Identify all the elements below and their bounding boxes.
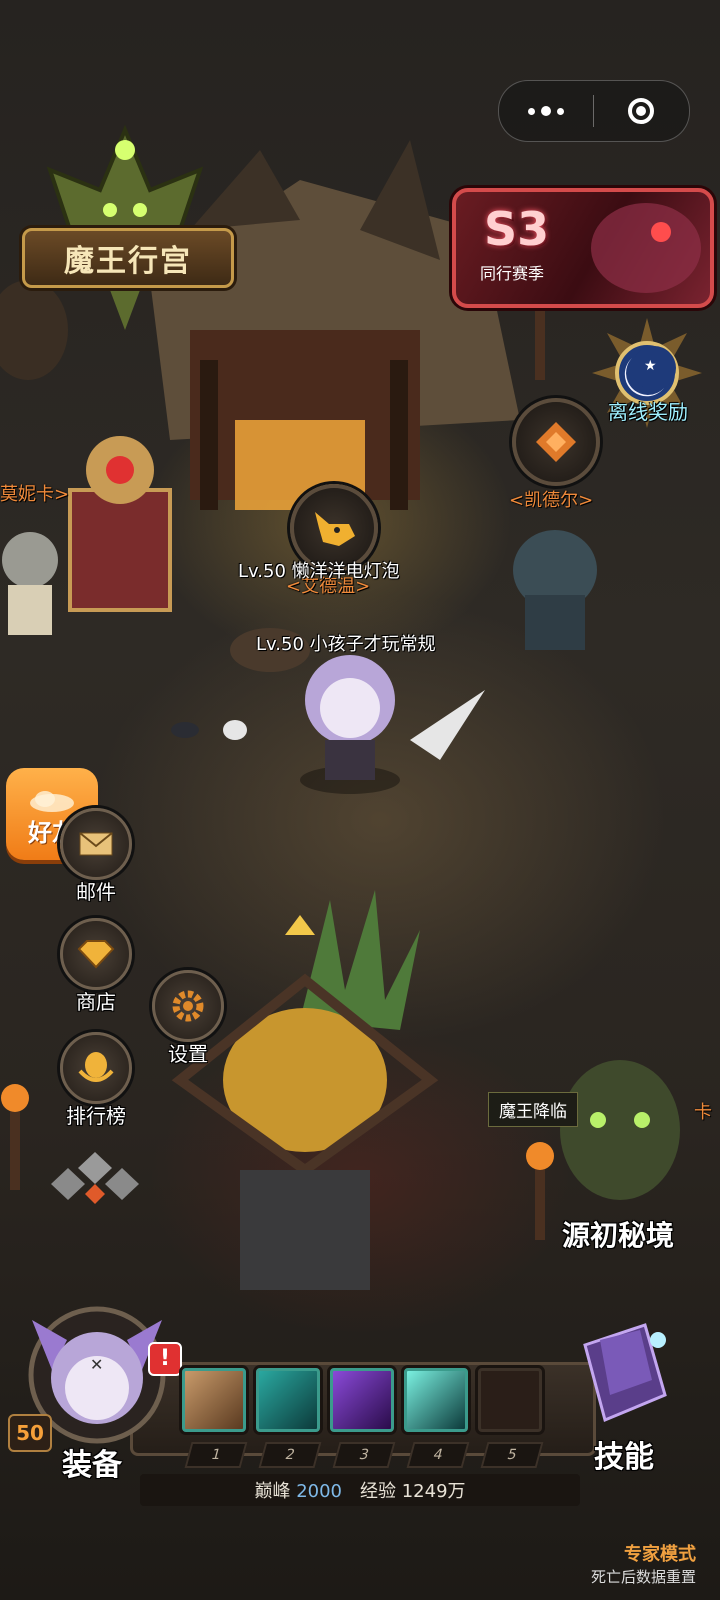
player-body <box>325 740 375 780</box>
miniprogram-capsule <box>498 80 690 142</box>
dungeon-edge-text: 卡 <box>694 1102 712 1123</box>
ranking-button[interactable]: 排行榜 <box>56 1032 136 1129</box>
slot-number: 5 <box>480 1442 544 1468</box>
skills-label[interactable]: 技能 <box>594 1432 654 1476</box>
npc-caldor-body <box>525 595 585 650</box>
torch <box>535 1160 545 1240</box>
alert-badge: ! <box>148 1342 182 1376</box>
npc-name-caldor[interactable]: <凯德尔> <box>509 486 593 512</box>
helmet-laurel-icon <box>60 1032 132 1104</box>
shrine <box>68 488 172 612</box>
game-scene: 魔王行宫 S3 同行赛季 ★ 离线奖励 莫妮卡> <凯德尔> <艾德温> Lv.… <box>0 0 720 1600</box>
more-dot-icon <box>557 107 564 115</box>
peak-value: 2000 <box>296 1481 342 1502</box>
castle-emblem-icon <box>46 124 204 330</box>
npc-badge-caldor[interactable] <box>512 398 600 486</box>
player-face <box>320 678 380 738</box>
npc-monika-body <box>8 585 52 635</box>
mode-title: 专家模式 <box>624 1544 696 1565</box>
offline-reward-label[interactable]: 离线奖励 <box>588 396 708 425</box>
stats-bar: 巅峰 2000 经验 1249万 <box>140 1474 580 1506</box>
season-subtitle: 同行赛季 <box>480 264 545 283</box>
skill-slot-1[interactable] <box>182 1368 246 1432</box>
shrine-eye <box>106 456 134 484</box>
season-demon-icon <box>591 203 701 293</box>
castle-title: 魔王行宫 <box>64 244 192 279</box>
gear-icon <box>152 970 224 1042</box>
target-icon <box>628 98 654 124</box>
statue-pedestal <box>240 1170 370 1290</box>
sheep-figure <box>223 720 247 740</box>
skill-slot-3[interactable] <box>330 1368 394 1432</box>
shop-label: 商店 <box>76 990 116 1014</box>
more-button[interactable] <box>499 81 593 141</box>
peak-label: 巅峰 <box>254 1481 291 1502</box>
mail-icon <box>60 808 132 880</box>
season-number: S3 <box>484 202 550 256</box>
exp-value: 1249万 <box>401 1481 466 1502</box>
skill-slot-4[interactable] <box>404 1368 468 1432</box>
dungeon-mask-eye <box>634 1112 650 1128</box>
player-sword <box>410 690 485 760</box>
more-dot-icon <box>541 106 551 116</box>
exp-label: 经验 <box>360 1481 396 1502</box>
jackal-head-icon <box>315 512 355 546</box>
torch <box>535 300 545 380</box>
torch-flame <box>1 1084 29 1112</box>
dungeon-mask-eye <box>590 1112 606 1128</box>
close-miniprogram-button[interactable] <box>594 81 688 141</box>
level-badge: 50 <box>8 1414 52 1452</box>
npc-name-monika[interactable]: 莫妮卡> <box>0 480 69 506</box>
dungeon-label[interactable]: 源初秘境 <box>562 1214 674 1254</box>
dungeon-event-tag: 魔王降临 <box>488 1092 578 1127</box>
settings-button[interactable]: 设置 <box>148 970 228 1067</box>
mail-button[interactable]: 邮件 <box>56 808 136 905</box>
skill-slot-2[interactable] <box>256 1368 320 1432</box>
player-name-1[interactable]: Lv.50 懒洋洋电灯泡 <box>238 557 400 583</box>
equip-label[interactable]: 装备 <box>62 1440 122 1484</box>
svg-text:✕: ✕ <box>90 1355 103 1374</box>
skill-slot-5[interactable] <box>478 1368 542 1432</box>
more-dot-icon <box>528 107 535 115</box>
house-pillar <box>200 360 218 510</box>
svg-text:★: ★ <box>644 358 657 374</box>
castle-title-sign[interactable]: 魔王行宫 <box>22 228 234 288</box>
dungeon-mask <box>560 1060 680 1200</box>
settings-label: 设置 <box>168 1042 208 1066</box>
shop-button[interactable]: 商店 <box>56 918 136 1015</box>
slot-number: 4 <box>406 1442 470 1468</box>
mode-subtitle: 死亡后数据重置 <box>590 1568 696 1586</box>
spellbook-icon[interactable] <box>570 1320 680 1430</box>
mail-label: 邮件 <box>76 880 116 904</box>
crow-figure <box>171 722 199 738</box>
diamond-cluster-icon[interactable] <box>50 1150 140 1214</box>
diamond-icon <box>536 422 576 462</box>
torch <box>10 1100 20 1190</box>
torch-flame <box>526 1142 554 1170</box>
slot-number: 3 <box>332 1442 396 1468</box>
house-pillar <box>390 360 408 510</box>
slot-number: 1 <box>184 1442 248 1468</box>
player-name-2[interactable]: Lv.50 小孩子才玩常规 <box>256 630 436 656</box>
ranking-label: 排行榜 <box>66 1104 126 1128</box>
npc-monika-figure <box>2 532 58 588</box>
season-banner[interactable]: S3 同行赛季 <box>452 188 714 308</box>
diamond-gem-icon <box>60 918 132 990</box>
slot-number: 2 <box>258 1442 322 1468</box>
crown <box>285 915 315 935</box>
